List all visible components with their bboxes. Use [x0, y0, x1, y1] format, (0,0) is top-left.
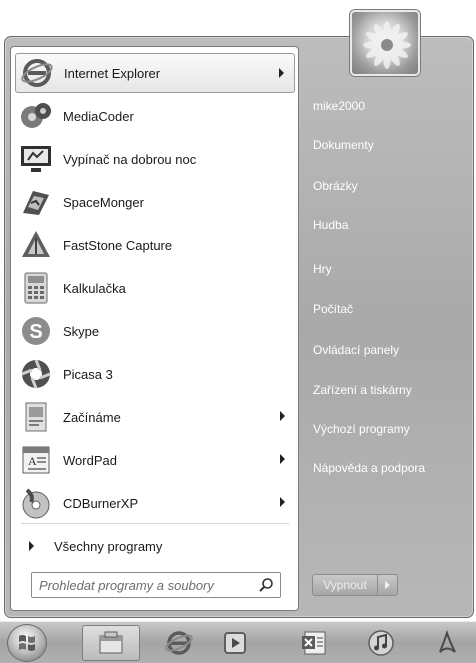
program-label: Skype [63, 323, 100, 339]
search-icon[interactable] [258, 577, 274, 593]
program-label: FastStone Capture [63, 237, 173, 253]
media-player-icon [224, 632, 246, 654]
right-link-control-panel[interactable]: Ovládací panely [313, 343, 399, 357]
right-link-music[interactable]: Hudba [313, 218, 348, 232]
right-link-user[interactable]: mike2000 [313, 99, 365, 113]
program-label: Internet Explorer [64, 65, 161, 81]
submenu-arrow-icon[interactable] [280, 454, 285, 464]
all-programs-button[interactable]: Všechny programy [21, 533, 291, 559]
program-label: SpaceMonger [63, 194, 144, 210]
internet-explorer-icon [165, 631, 193, 655]
taskbar-internet-explorer[interactable] [150, 625, 208, 661]
shutdown-group: Vypnout [312, 574, 398, 596]
program-label: Vypínač na dobrou noc [63, 151, 197, 167]
right-link-help-support[interactable]: Nápověda a podpora [313, 461, 425, 475]
program-faststone[interactable]: FastStone Capture [15, 225, 295, 265]
right-panel [302, 46, 470, 611]
program-internet-explorer[interactable]: Internet Explorer [15, 53, 295, 93]
itunes-icon [368, 630, 394, 656]
program-wordpad[interactable]: A WordPad [15, 440, 295, 480]
right-link-default-programs[interactable]: Výchozí programy [313, 422, 410, 436]
wordpad-icon: A [18, 442, 54, 478]
picasa-icon [18, 356, 54, 392]
skype-icon: S [18, 313, 54, 349]
chevron-right-icon [385, 581, 390, 589]
calculator-icon [18, 270, 54, 306]
faststone-capture-icon [18, 227, 54, 263]
svg-text:A: A [28, 454, 37, 468]
getting-started-icon [18, 399, 54, 435]
acrobat-icon [439, 629, 456, 653]
start-button[interactable] [7, 624, 47, 662]
right-link-pictures[interactable]: Obrázky [313, 179, 358, 193]
submenu-arrow-icon[interactable] [280, 497, 285, 507]
taskbar [0, 621, 476, 663]
taskbar-media-player[interactable] [206, 625, 264, 661]
program-label: Kalkulačka [63, 280, 126, 296]
file-explorer-icon [99, 631, 123, 654]
shutdown-options-button[interactable] [378, 574, 398, 596]
search-box[interactable] [31, 572, 281, 598]
program-label: Picasa 3 [63, 366, 113, 382]
program-zaciname[interactable]: Začínáme [15, 397, 295, 437]
submenu-arrow-icon[interactable] [280, 411, 285, 421]
divider [21, 523, 289, 524]
cdburnerxp-icon [18, 485, 54, 521]
all-programs-label: Všechny programy [54, 538, 163, 554]
program-cdburnerxp[interactable]: CDBurnerXP [15, 483, 295, 523]
program-spacemonger[interactable]: SpaceMonger [15, 182, 295, 222]
spacemonger-icon [18, 184, 54, 220]
taskbar-file-explorer[interactable] [82, 625, 140, 661]
program-kalkulacka[interactable]: Kalkulačka [15, 268, 295, 308]
mediacoder-icon [18, 98, 54, 134]
chevron-right-icon [29, 541, 34, 551]
submenu-arrow-icon[interactable] [279, 68, 284, 78]
right-link-documents[interactable]: Dokumenty [313, 138, 374, 152]
right-link-computer[interactable]: Počítač [313, 302, 353, 316]
program-skype[interactable]: S Skype [15, 311, 295, 351]
internet-explorer-icon [19, 55, 55, 91]
programs-panel: Internet Explorer MediaCoder Vypínač na … [10, 46, 299, 611]
taskbar-itunes[interactable] [352, 625, 410, 661]
program-vypinac[interactable]: Vypínač na dobrou noc [15, 139, 295, 179]
search-input[interactable] [39, 577, 251, 593]
excel-icon [302, 631, 326, 655]
taskbar-excel[interactable] [285, 625, 343, 661]
program-picasa[interactable]: Picasa 3 [15, 354, 295, 394]
program-mediacoder[interactable]: MediaCoder [15, 96, 295, 136]
right-link-devices-printers[interactable]: Zařízení a tiskárny [313, 383, 412, 397]
program-label: Začínáme [63, 409, 121, 425]
right-link-games[interactable]: Hry [313, 262, 332, 276]
taskbar-acrobat[interactable] [418, 625, 476, 661]
shutdown-button[interactable]: Vypnout [312, 574, 378, 596]
monitor-power-icon [18, 141, 54, 177]
svg-text:S: S [29, 321, 42, 343]
windows-logo-icon [19, 635, 35, 651]
program-label: CDBurnerXP [63, 495, 139, 511]
program-label: MediaCoder [63, 108, 134, 124]
program-label: WordPad [63, 452, 117, 468]
